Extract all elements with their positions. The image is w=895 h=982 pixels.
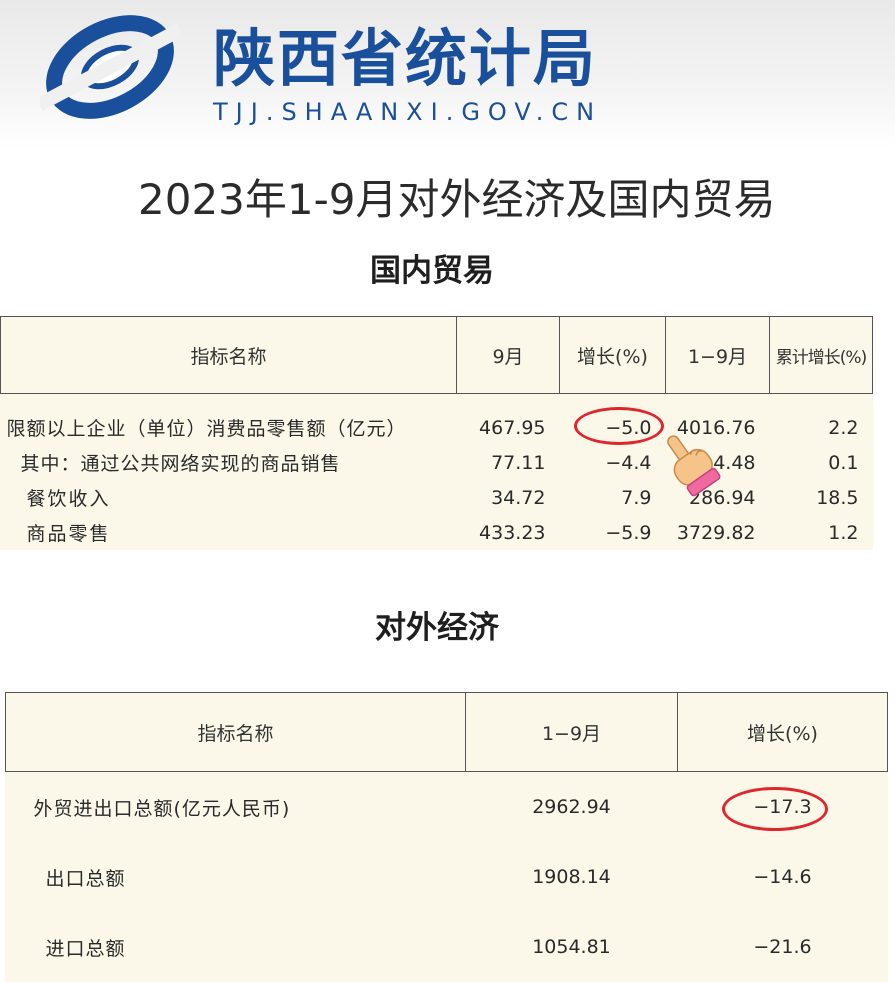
column-header: 1−9月: [465, 692, 678, 772]
indicator-name: 其中：通过公共网络实现的商品销售: [20, 453, 341, 475]
ytd-value: 3729.82: [676, 521, 756, 544]
september-value: 467.95: [479, 416, 546, 439]
table-row: 进口总额 1054.81 −21.6: [6, 912, 888, 982]
indicator-name: 商品零售: [26, 523, 111, 545]
growth-value: −21.6: [753, 936, 812, 958]
indicator-name: 餐饮收入: [26, 488, 111, 510]
column-header: 指标名称: [0, 316, 457, 394]
table-header-row: 指标名称 9月 增长(%) 1−9月 累计增长(%): [0, 316, 873, 394]
column-header: 9月: [456, 316, 560, 394]
table-row: 其中：通过公共网络实现的商品销售 77.11 −4.4 714.48 0.1: [1, 445, 873, 480]
september-value: 77.11: [491, 451, 546, 474]
highlight-circle-trade-growth: [722, 787, 828, 831]
indicator-name: 出口总额: [45, 867, 126, 890]
table-row: 商品零售 433.23 −5.9 3729.82 1.2: [1, 515, 873, 550]
column-header: 1−9月: [665, 316, 770, 394]
document-title: 2023年1-9月对外经济及国内贸易: [138, 175, 776, 224]
indicator-name: 进口总额: [45, 937, 126, 960]
table-row: 限额以上企业（单位）消费品零售额（亿元） 467.95 −5.0 4016.76…: [1, 394, 873, 446]
org-url[interactable]: TJJ.SHAANXI.GOV.CN: [213, 98, 602, 126]
september-growth: −4.4: [605, 451, 652, 474]
column-header: 增长(%): [559, 316, 666, 394]
indicator-name: 限额以上企业（单位）消费品零售额（亿元）: [6, 418, 407, 440]
ytd-growth: 2.2: [828, 416, 859, 439]
column-header: 指标名称: [5, 692, 466, 772]
domestic-trade-title: 国内贸易: [370, 253, 494, 289]
september-value: 34.72: [491, 486, 546, 509]
september-growth: −5.9: [605, 521, 652, 544]
domestic-trade-table: 指标名称 9月 增长(%) 1−9月 累计增长(%) 限额以上企业（单位）消费品…: [0, 316, 873, 550]
shaanxi-statistics-logo-icon: [40, 15, 180, 119]
table-header-row: 指标名称 1−9月 增长(%): [5, 692, 888, 772]
september-value: 433.23: [479, 521, 546, 544]
september-growth: 7.9: [621, 486, 652, 509]
column-header: 增长(%): [677, 692, 888, 772]
column-header: 累计增长(%): [769, 316, 873, 394]
foreign-economy-table: 指标名称 1−9月 增长(%) 外贸进出口总额(亿元人民币) 2962.94 −…: [5, 692, 888, 982]
indicator-name: 外贸进出口总额(亿元人民币): [33, 797, 291, 820]
growth-value: −14.6: [753, 866, 812, 888]
ytd-value: 2962.94: [532, 796, 611, 818]
highlight-circle-september-growth: [574, 407, 664, 445]
ytd-growth: 1.2: [828, 521, 859, 544]
foreign-economy-title: 对外经济: [375, 610, 499, 646]
ytd-growth: 18.5: [816, 486, 859, 509]
table-row: 出口总额 1908.14 −14.6: [6, 842, 888, 912]
pointing-hand-icon: [667, 435, 721, 497]
ytd-growth: 0.1: [828, 451, 859, 474]
org-name: 陕西省统计局: [213, 22, 598, 95]
ytd-value: 1908.14: [532, 866, 611, 888]
table-row: 餐饮收入 34.72 7.9 286.94 18.5: [1, 480, 873, 515]
ytd-value: 1054.81: [532, 936, 611, 958]
